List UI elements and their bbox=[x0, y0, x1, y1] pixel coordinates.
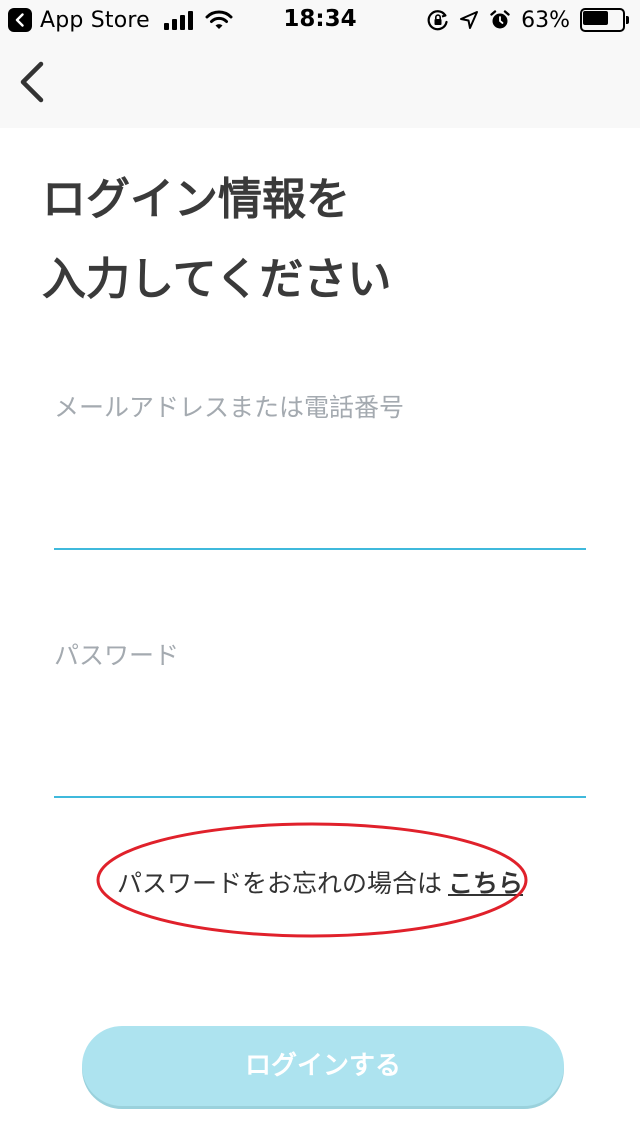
password-field-underline bbox=[54, 796, 586, 798]
page-title-line-1: ログイン情報を bbox=[42, 174, 350, 225]
login-button[interactable]: ログインする bbox=[82, 1026, 564, 1106]
page-title: ログイン情報を 入力してください bbox=[42, 160, 602, 320]
header-area: App Store 18:34 63% bbox=[0, 0, 640, 128]
email-field-label: メールアドレスまたは電話番号 bbox=[54, 393, 405, 422]
password-field-label: パスワード bbox=[54, 641, 180, 670]
alarm-icon bbox=[490, 10, 510, 29]
login-screen: App Store 18:34 63% ログイン情報を 入力してください メール… bbox=[0, 0, 640, 1136]
email-field-underline bbox=[54, 548, 586, 550]
status-indicators: 63% bbox=[427, 7, 630, 33]
status-bar: App Store 18:34 63% bbox=[0, 0, 640, 40]
location-arrow-icon bbox=[460, 11, 479, 29]
back-button[interactable] bbox=[10, 56, 54, 108]
battery-fill bbox=[583, 11, 608, 25]
password-field-group: パスワード bbox=[54, 636, 586, 800]
battery-percent: 63% bbox=[521, 7, 570, 33]
password-field[interactable] bbox=[54, 728, 586, 788]
annotation-ellipse bbox=[96, 822, 528, 938]
chevron-left-icon bbox=[20, 61, 44, 103]
orientation-lock-icon bbox=[427, 10, 448, 31]
battery-icon bbox=[580, 8, 630, 32]
email-field[interactable] bbox=[54, 480, 586, 540]
email-field-group: メールアドレスまたは電話番号 bbox=[54, 388, 586, 552]
page-title-line-2: 入力してください bbox=[42, 254, 392, 305]
